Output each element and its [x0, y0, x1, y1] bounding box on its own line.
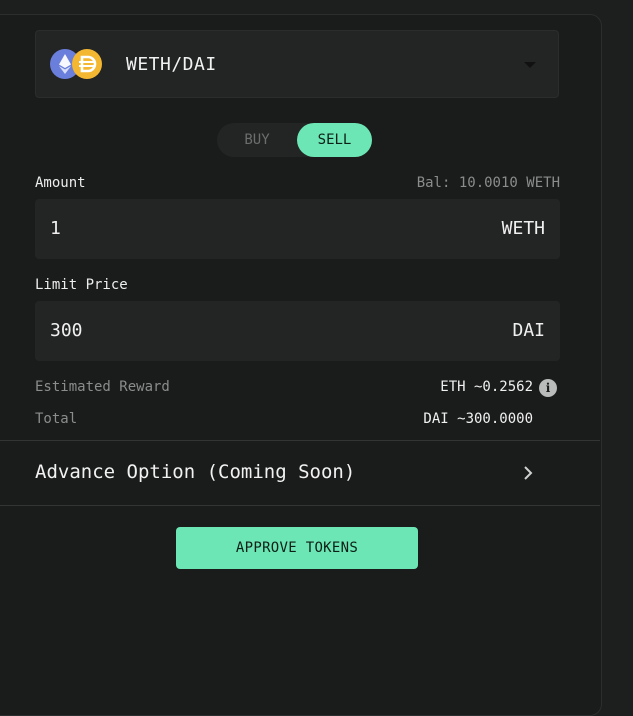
info-icon[interactable]: i	[539, 379, 557, 397]
total-label: Total	[35, 411, 78, 427]
limit-price-value[interactable]: 300	[50, 320, 83, 341]
total-value: DAI ~300.0000	[423, 411, 533, 427]
divider	[0, 505, 600, 506]
buy-tab[interactable]: BUY	[217, 123, 297, 157]
dai-icon	[72, 49, 102, 79]
sell-tab[interactable]: SELL	[297, 123, 372, 157]
chevron-right-icon	[524, 466, 533, 480]
amount-input[interactable]: 1 WETH	[35, 199, 560, 259]
limit-price-input[interactable]: 300 DAI	[35, 301, 560, 361]
order-panel	[0, 14, 602, 716]
advance-option-label: Advance Option (Coming Soon)	[35, 461, 356, 483]
approve-tokens-button[interactable]: APPROVE TOKENS	[176, 527, 418, 569]
advance-option-row[interactable]: Advance Option (Coming Soon)	[0, 441, 600, 505]
buy-sell-toggle: BUY SELL	[217, 123, 372, 157]
amount-value[interactable]: 1	[50, 218, 61, 239]
estimated-reward-value: ETH ~0.2562	[440, 379, 533, 395]
limit-price-unit: DAI	[512, 320, 545, 341]
estimated-reward-label: Estimated Reward	[35, 379, 170, 395]
pair-dropdown[interactable]: WETH/DAI	[35, 30, 559, 98]
chevron-down-icon[interactable]	[524, 62, 536, 68]
amount-unit: WETH	[501, 218, 545, 239]
balance-text: Bal: 10.0010 WETH	[416, 175, 560, 191]
amount-label: Amount	[35, 175, 86, 191]
limit-price-label: Limit Price	[35, 277, 128, 293]
pair-label: WETH/DAI	[126, 54, 217, 75]
